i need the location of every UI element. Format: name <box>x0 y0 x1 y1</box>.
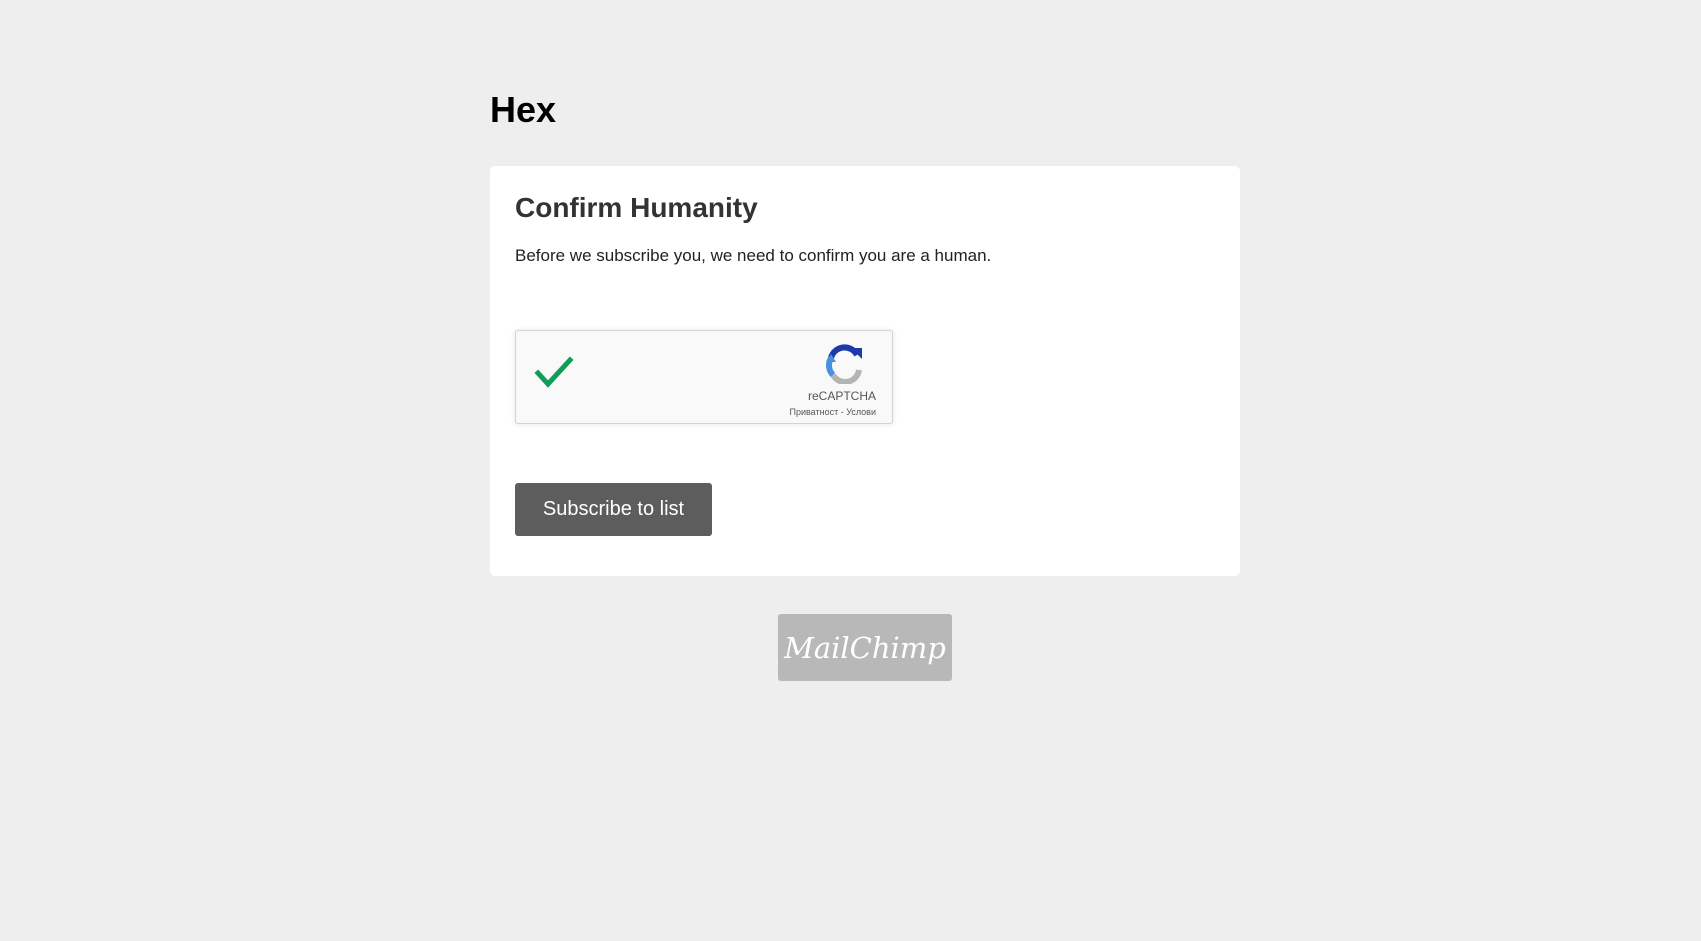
terms-link[interactable]: Услови <box>846 407 876 417</box>
confirm-card: Confirm Humanity Before we subscribe you… <box>490 166 1240 576</box>
recaptcha-links: Приватност - Услови <box>789 407 876 418</box>
subscribe-button[interactable]: Subscribe to list <box>515 483 712 536</box>
mailchimp-wordmark: MailChimp <box>783 631 946 665</box>
site-title: Hex <box>490 89 557 130</box>
mailchimp-logo: MailChimp <box>783 631 946 665</box>
mailchimp-badge-link[interactable]: MailChimp <box>778 614 952 681</box>
card-description: Before we subscribe you, we need to conf… <box>515 246 992 265</box>
recaptcha-widget[interactable]: reCAPTCHA Приватност - Услови <box>515 330 893 424</box>
recaptcha-logo-icon <box>826 344 862 384</box>
links-separator: - <box>838 407 847 417</box>
page: Hex Confirm Humanity Before we subscribe… <box>0 0 1701 941</box>
checkmark-icon[interactable] <box>534 355 574 389</box>
privacy-link[interactable]: Приватност <box>789 407 838 417</box>
card-heading: Confirm Humanity <box>515 192 758 223</box>
recaptcha-brand-label: reCAPTCHA <box>807 389 876 403</box>
